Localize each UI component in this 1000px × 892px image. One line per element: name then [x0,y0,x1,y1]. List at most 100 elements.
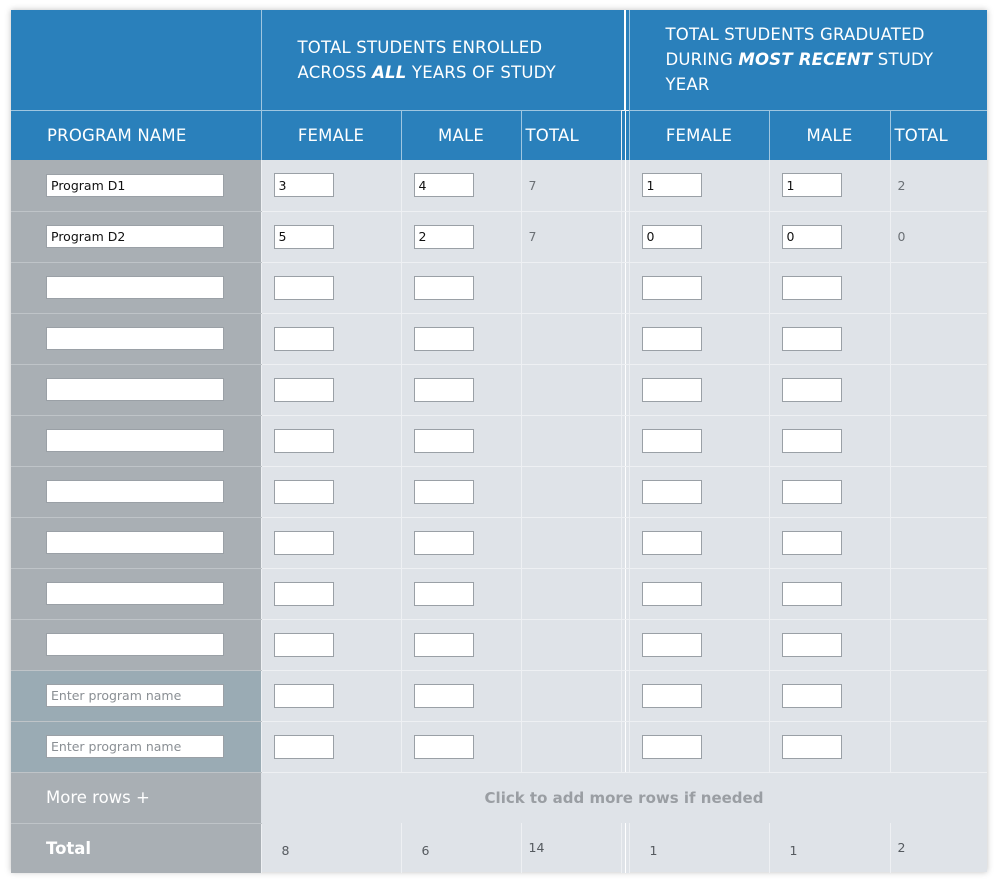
enrolled-male-input[interactable] [413,224,474,249]
more-rows-button[interactable]: More rows + [11,772,261,824]
graduated-male-input[interactable] [781,683,842,708]
column-separator [620,109,629,161]
graduated-female-input[interactable] [641,632,702,657]
enrolled-female-input[interactable] [273,275,334,300]
program-name-cell [11,670,261,722]
graduated-male-input[interactable] [781,428,842,453]
enrolled-male-input[interactable] [413,581,474,606]
graduated-male-input[interactable] [781,734,842,759]
enrolled-female-input[interactable] [273,734,334,759]
graduated-female-input[interactable] [641,734,702,759]
enrolled-female-cell [260,262,401,314]
enrolled-male-input[interactable] [413,734,474,759]
column-separator [620,160,629,212]
graduated-male-input[interactable] [781,224,842,249]
graduated-female-cell [628,160,769,212]
graduated-male-cell [768,721,890,773]
enrolled-female-cell [260,517,401,569]
add-rows-hint[interactable]: Click to add more rows if needed [261,772,987,823]
table-row [11,364,987,416]
graduated-female-cell [628,568,769,620]
enrolled-female-cell [260,466,401,518]
enrolled-total-value: 7 [520,160,621,212]
enrolled-male-input[interactable] [413,632,474,657]
program-name-cell [11,262,261,314]
graduated-female-input[interactable] [641,530,702,555]
graduated-female-input[interactable] [641,428,702,453]
enrolled-male-input[interactable] [413,326,474,351]
graduated-male-input[interactable] [781,530,842,555]
graduated-total-header: TOTAL [889,109,987,160]
column-separator [620,466,629,518]
total-enrolled-total: 14 [520,823,621,873]
program-name-input[interactable] [46,684,224,707]
program-name-input[interactable] [46,173,224,197]
graduated-female-input[interactable] [641,224,702,249]
enrolled-female-input[interactable] [273,683,334,708]
column-separator [620,619,629,671]
enrolled-female-input[interactable] [273,428,334,453]
enrolled-male-cell [400,415,521,467]
table-row [11,415,987,467]
program-name-input[interactable] [46,582,224,605]
graduated-total-value [889,721,987,773]
graduated-male-input[interactable] [781,326,842,351]
graduated-female-input[interactable] [641,326,702,351]
enrolled-female-input[interactable] [273,326,334,351]
enrolled-male-input[interactable] [413,683,474,708]
enrolled-female-input[interactable] [273,377,334,402]
table-row [11,670,987,722]
graduated-female-input[interactable] [641,275,702,300]
graduated-male-input[interactable] [781,632,842,657]
enrolled-male-input[interactable] [413,173,474,198]
program-name-input[interactable] [46,327,224,350]
graduated-male-cell [768,619,890,671]
column-separator [620,364,629,416]
enrolled-female-input[interactable] [273,632,334,657]
program-name-cell [11,160,261,212]
column-separator [620,721,629,773]
enrolled-male-input[interactable] [413,428,474,453]
program-name-input[interactable] [46,735,224,758]
program-name-cell [11,313,261,365]
enrolled-male-cell [400,517,521,569]
enrolled-female-input[interactable] [273,479,334,504]
enrollment-table-container: TOTAL STUDENTS ENROLLED ACROSS ALL YEARS… [11,10,987,873]
graduated-female-input[interactable] [641,377,702,402]
enrolled-male-cell [400,619,521,671]
enrolled-male-input[interactable] [413,377,474,402]
graduated-male-cell [768,466,890,518]
enrolled-female-input[interactable] [273,581,334,606]
total-graduated-total: 2 [889,823,987,873]
graduated-female-input[interactable] [641,581,702,606]
graduated-male-input[interactable] [781,377,842,402]
graduated-female-input[interactable] [641,479,702,504]
enrolled-female-cell [260,160,401,212]
enrolled-total-value [520,670,621,722]
table-row [11,721,987,773]
program-name-input[interactable] [46,429,224,452]
enrolled-female-input[interactable] [273,224,334,249]
graduated-male-input[interactable] [781,275,842,300]
graduated-female-input[interactable] [641,683,702,708]
graduated-header-line3: YEAR [665,75,710,95]
graduated-female-input[interactable] [641,173,702,198]
graduated-male-input[interactable] [781,581,842,606]
program-name-input[interactable] [46,531,224,554]
program-name-input[interactable] [46,480,224,503]
enrolled-male-input[interactable] [413,530,474,555]
program-name-input[interactable] [46,225,224,248]
graduated-male-cell [768,517,890,569]
column-separator [620,211,629,263]
program-name-input[interactable] [46,633,224,656]
graduated-male-input[interactable] [781,173,842,198]
program-name-input[interactable] [46,378,224,401]
graduated-female-cell [628,721,769,773]
enrolled-male-input[interactable] [413,275,474,300]
enrolled-male-input[interactable] [413,479,474,504]
graduated-male-cell [768,160,890,212]
graduated-male-input[interactable] [781,479,842,504]
enrolled-female-input[interactable] [273,173,334,198]
enrolled-female-input[interactable] [273,530,334,555]
program-name-input[interactable] [46,276,224,299]
